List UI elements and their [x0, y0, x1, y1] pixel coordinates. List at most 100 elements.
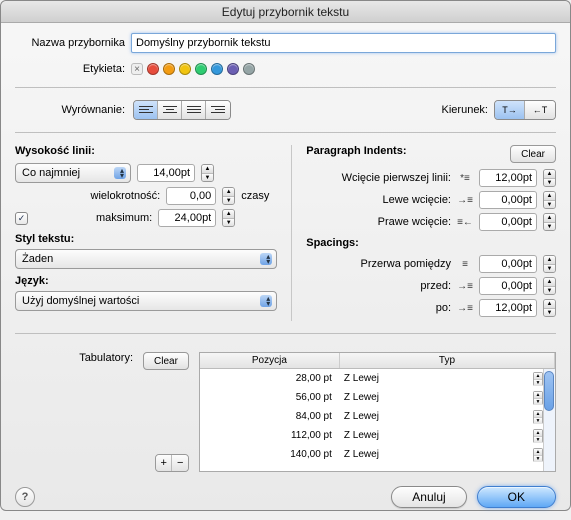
tabs-col-type: Typ	[340, 353, 555, 368]
tab-position: 84,00 pt	[200, 411, 340, 422]
tabs-body[interactable]: 28,00 ptZ Lewej▲▼56,00 ptZ Lewej▲▼84,00 …	[200, 369, 555, 471]
align-right-button[interactable]	[206, 101, 230, 119]
text-style-select[interactable]: Żaden▴▾	[15, 249, 277, 269]
right-indent-value[interactable]	[479, 213, 537, 231]
tabs-table: Pozycja Typ 28,00 pt Z Lewej ▲▼ 56,00 pt Z L…	[199, 352, 556, 472]
mult-stepper[interactable]: ▲▼	[222, 187, 235, 205]
direction-segmented: T→ ←T	[494, 100, 556, 120]
left-indent-value[interactable]	[479, 191, 537, 209]
indents-title: Paragraph Indents:	[306, 145, 502, 157]
max-checkbox[interactable]: ✓	[15, 212, 28, 225]
tabs-clear-button[interactable]: Clear	[143, 352, 189, 370]
mult-label: wielokrotność:	[15, 190, 160, 202]
max-value[interactable]	[158, 209, 216, 227]
space-before-stepper[interactable]: ▲▼	[543, 277, 556, 295]
table-row[interactable]: 140,00 ptZ Lewej▲▼	[200, 445, 555, 464]
ok-button[interactable]: OK	[477, 486, 556, 508]
tab-type: Z Lewej	[344, 392, 379, 403]
tab-position: 28,00 pt	[200, 373, 340, 384]
right-indent-stepper[interactable]: ▲▼	[543, 213, 556, 231]
align-justify-button[interactable]	[182, 101, 206, 119]
table-row[interactable]: 84,00 pt Z Lewej ▲▼	[200, 407, 555, 426]
line-height-title: Wysokość linii:	[15, 145, 277, 157]
right-indent-label: Prawe wcięcie:	[306, 216, 451, 228]
left-indent-label: Lewe wcięcie:	[306, 194, 451, 206]
first-line-label: Wcięcie pierwszej linii:	[306, 172, 451, 184]
align-left-button[interactable]	[134, 101, 158, 119]
max-stepper[interactable]: ▲▼	[222, 209, 235, 227]
first-line-value[interactable]	[479, 169, 537, 187]
line-height-value[interactable]	[137, 164, 195, 182]
tab-position: 112,00 pt	[200, 430, 340, 441]
table-row[interactable]: 56,00 pt Z Lewej ▲▼	[200, 388, 555, 407]
direction-rtl-button[interactable]: ←T	[525, 101, 555, 119]
left-indent-icon: →≡	[457, 195, 473, 206]
tab-position: 56,00 pt	[200, 392, 340, 403]
language-value: Użyj domyślnej wartości	[22, 295, 139, 307]
space-before-value[interactable]	[479, 277, 537, 295]
tab-type: Z Lewej	[344, 373, 379, 384]
space-between-icon: ≡	[457, 259, 473, 270]
help-button[interactable]: ?	[15, 487, 35, 507]
label-orange[interactable]	[163, 63, 175, 75]
label-red[interactable]	[147, 63, 159, 75]
label-none[interactable]: ×	[131, 63, 143, 75]
direction-label: Kierunek:	[442, 104, 488, 116]
name-input[interactable]	[131, 33, 556, 53]
tab-type: Z Lewej	[344, 430, 379, 441]
max-label: maksimum:	[34, 212, 152, 224]
tab-type-stepper[interactable]: ▲▼	[533, 448, 543, 462]
line-height-stepper[interactable]: ▲▼	[201, 164, 214, 182]
tab-type-stepper[interactable]: ▲▼	[533, 391, 543, 405]
direction-ltr-button[interactable]: T→	[495, 101, 525, 119]
language-title: Język:	[15, 275, 277, 287]
etykieta-label: Etykieta:	[15, 63, 125, 75]
first-line-stepper[interactable]: ▲▼	[543, 169, 556, 187]
tab-type-stepper[interactable]: ▲▼	[533, 410, 543, 424]
mult-value[interactable]	[166, 187, 216, 205]
tabs-scrollbar[interactable]	[543, 369, 555, 471]
space-between-label: Przerwa pomiędzy	[306, 258, 451, 270]
cancel-button[interactable]: Anuluj	[391, 486, 466, 508]
tabs-add-remove: + −	[155, 454, 189, 472]
line-height-mode-value: Co najmniej	[22, 167, 80, 179]
name-label: Nazwa przybornika	[15, 37, 125, 49]
label-green[interactable]	[195, 63, 207, 75]
tabulators-label: Tabulatory:	[79, 352, 133, 364]
tab-type-stepper[interactable]: ▲▼	[533, 429, 543, 443]
space-before-label: przed:	[306, 280, 451, 292]
align-center-button[interactable]	[158, 101, 182, 119]
space-between-stepper[interactable]: ▲▼	[543, 255, 556, 273]
mult-unit: czasy	[241, 190, 277, 202]
space-after-icon: →≡	[457, 303, 473, 314]
tab-type: Z Lewej	[344, 449, 379, 460]
space-after-value[interactable]	[479, 299, 537, 317]
text-style-value: Żaden	[22, 253, 53, 265]
tabs-remove-button[interactable]: −	[172, 455, 188, 471]
language-select[interactable]: Użyj domyślnej wartości▴▾	[15, 291, 277, 311]
label-yellow[interactable]	[179, 63, 191, 75]
label-blue[interactable]	[211, 63, 223, 75]
space-after-label: po:	[306, 302, 451, 314]
table-row[interactable]: 28,00 pt Z Lewej ▲▼	[200, 369, 555, 388]
window-title: Edytuj przybornik tekstu	[1, 1, 570, 23]
table-row[interactable]: 112,00 pt Z Lewej ▲▼	[200, 426, 555, 445]
alignment-label: Wyrównanie:	[15, 104, 125, 116]
alignment-segmented	[133, 100, 231, 120]
indents-clear-button[interactable]: Clear	[510, 145, 556, 163]
tabs-add-button[interactable]: +	[156, 455, 173, 471]
tab-type-stepper[interactable]: ▲▼	[533, 372, 543, 386]
space-before-icon: →≡	[457, 281, 473, 292]
space-between-value[interactable]	[479, 255, 537, 273]
line-height-mode-combo[interactable]: Co najmniej▴▾	[15, 163, 131, 183]
space-after-stepper[interactable]: ▲▼	[543, 299, 556, 317]
label-gray[interactable]	[243, 63, 255, 75]
text-style-title: Styl tekstu:	[15, 233, 277, 245]
tab-type: Z Lewej	[344, 411, 379, 422]
spacings-title: Spacings:	[306, 237, 556, 249]
left-indent-stepper[interactable]: ▲▼	[543, 191, 556, 209]
right-indent-icon: ≡←	[457, 217, 473, 228]
label-purple[interactable]	[227, 63, 239, 75]
tabs-col-position: Pozycja	[200, 353, 340, 368]
label-color-swatches: ×	[131, 63, 255, 75]
